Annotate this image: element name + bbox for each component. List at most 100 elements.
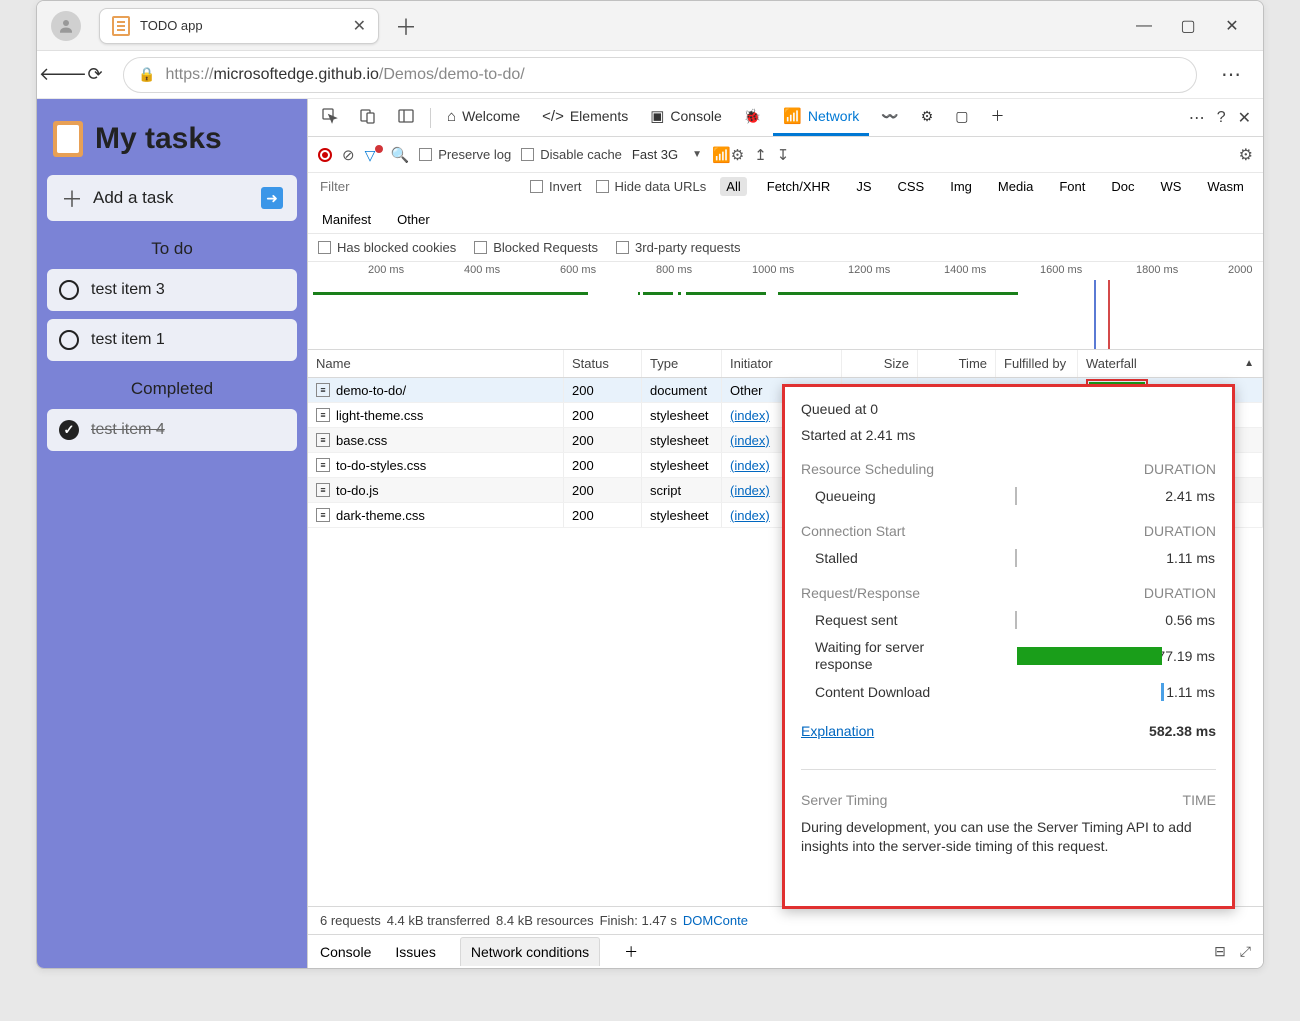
timeline-tick: 2000 bbox=[1228, 264, 1252, 276]
device-icon[interactable] bbox=[350, 100, 386, 136]
third-party-checkbox[interactable]: 3rd-party requests bbox=[616, 240, 741, 255]
toolbar-settings-icon[interactable]: ⚙ bbox=[1239, 145, 1253, 165]
filter-type[interactable]: Doc bbox=[1105, 177, 1140, 196]
tab-title: TODO app bbox=[140, 18, 353, 33]
filter-type[interactable]: WS bbox=[1154, 177, 1187, 196]
task-item-completed[interactable]: ✓ test item 4 bbox=[47, 409, 297, 451]
status-resources: 8.4 kB resources bbox=[496, 913, 594, 928]
drawer-expand-icon[interactable]: ⤢ bbox=[1240, 943, 1251, 960]
back-button[interactable]: 🡐 bbox=[47, 59, 79, 91]
filter-input[interactable] bbox=[316, 177, 516, 196]
help-icon[interactable]: ? bbox=[1217, 109, 1226, 127]
drawer-issues[interactable]: Issues bbox=[395, 944, 435, 960]
throttle-select[interactable]: Fast 3G bbox=[632, 147, 682, 162]
browser-tab[interactable]: TODO app ✕ bbox=[99, 8, 379, 44]
timeline-tick: 1800 ms bbox=[1136, 264, 1178, 276]
filter-funnel-icon[interactable] bbox=[365, 147, 381, 163]
more-icon[interactable]: ⋯ bbox=[1189, 108, 1205, 128]
search-icon[interactable]: 🔍 bbox=[391, 146, 410, 164]
add-tab-icon[interactable]: ＋ bbox=[980, 100, 1014, 136]
filter-type[interactable]: Fetch/XHR bbox=[761, 177, 837, 196]
drawer-errors-icon[interactable]: ⊟ bbox=[1214, 943, 1226, 960]
invert-checkbox[interactable]: Invert bbox=[530, 179, 582, 194]
status-transferred: 4.4 kB transferred bbox=[387, 913, 490, 928]
filter-type[interactable]: JS bbox=[850, 177, 877, 196]
filter-type[interactable]: Other bbox=[391, 210, 436, 229]
col-header-size[interactable]: Size bbox=[842, 350, 918, 377]
tt-queueing-label: Queueing bbox=[815, 488, 985, 504]
blocked-cookies-checkbox[interactable]: Has blocked cookies bbox=[318, 240, 456, 255]
tt-server-timing-label: Server Timing bbox=[801, 792, 887, 808]
settings-gear-icon[interactable]: ⚙ bbox=[911, 100, 944, 136]
blocked-requests-checkbox[interactable]: Blocked Requests bbox=[474, 240, 598, 255]
task-item[interactable]: test item 1 bbox=[47, 319, 297, 361]
refresh-button[interactable]: ⟳ bbox=[79, 59, 111, 91]
tt-download-label: Content Download bbox=[815, 684, 985, 700]
tab-network[interactable]: 📶Network bbox=[773, 100, 869, 136]
tt-queueing-val: 2.41 ms bbox=[1135, 488, 1215, 504]
network-timeline[interactable]: 200 ms 400 ms 600 ms 800 ms 1000 ms 1200… bbox=[308, 262, 1263, 350]
col-header-initiator[interactable]: Initiator bbox=[722, 350, 842, 377]
check-icon[interactable]: ✓ bbox=[59, 420, 79, 440]
filter-type-all[interactable]: All bbox=[720, 177, 746, 196]
minimize-icon[interactable]: — bbox=[1137, 19, 1151, 33]
network-toolbar: ⊘ 🔍 Preserve log Disable cache Fast 3G ▼… bbox=[308, 137, 1263, 173]
dock-icon[interactable] bbox=[388, 100, 424, 136]
tab-welcome[interactable]: ⌂Welcome bbox=[437, 100, 530, 136]
table-header[interactable]: Name Status Type Initiator Size Time Ful… bbox=[308, 350, 1263, 378]
timeline-tick: 200 ms bbox=[368, 264, 404, 276]
address-bar[interactable]: 🔒 https://microsoftedge.github.io/Demos/… bbox=[123, 57, 1197, 93]
drawer-console[interactable]: Console bbox=[320, 944, 371, 960]
clear-icon[interactable]: ⊘ bbox=[342, 146, 355, 164]
timeline-tick: 400 ms bbox=[464, 264, 500, 276]
filter-type[interactable]: Wasm bbox=[1201, 177, 1249, 196]
network-conditions-icon[interactable]: 📶⚙ bbox=[712, 146, 744, 164]
filter-row-2: Has blocked cookies Blocked Requests 3rd… bbox=[308, 234, 1263, 262]
filter-type[interactable]: Manifest bbox=[316, 210, 377, 229]
tab-favicon-icon bbox=[112, 16, 130, 36]
task-label: test item 4 bbox=[91, 421, 165, 439]
hide-data-urls-checkbox[interactable]: Hide data URLs bbox=[596, 179, 707, 194]
preserve-log-checkbox[interactable]: Preserve log bbox=[419, 147, 511, 162]
col-header-time[interactable]: Time bbox=[918, 350, 996, 377]
col-header-fulfilled[interactable]: Fulfilled by bbox=[996, 350, 1078, 377]
radio-icon[interactable] bbox=[59, 280, 79, 300]
profile-avatar[interactable] bbox=[51, 11, 81, 41]
tt-waiting-label: Waiting for server response bbox=[815, 639, 985, 673]
filter-type[interactable]: Media bbox=[992, 177, 1039, 196]
tab-elements[interactable]: </>Elements bbox=[532, 100, 638, 136]
filter-type[interactable]: CSS bbox=[892, 177, 931, 196]
disable-cache-checkbox[interactable]: Disable cache bbox=[521, 147, 622, 162]
tab-close-icon[interactable]: ✕ bbox=[353, 16, 366, 36]
timeline-tick: 1200 ms bbox=[848, 264, 890, 276]
performance-icon[interactable]: 〰️ bbox=[871, 100, 908, 136]
bug-icon[interactable]: 🐞 bbox=[734, 100, 771, 136]
add-task-input[interactable]: ＋ Add a task ➜ bbox=[47, 175, 297, 221]
task-item[interactable]: test item 3 bbox=[47, 269, 297, 311]
browser-menu-icon[interactable]: ⋯ bbox=[1209, 62, 1253, 87]
drawer-network-conditions[interactable]: Network conditions bbox=[460, 937, 600, 966]
filter-type[interactable]: Img bbox=[944, 177, 978, 196]
timeline-tick: 1000 ms bbox=[752, 264, 794, 276]
maximize-icon[interactable]: ▢ bbox=[1181, 19, 1195, 33]
radio-icon[interactable] bbox=[59, 330, 79, 350]
close-devtools-icon[interactable]: ✕ bbox=[1238, 108, 1251, 128]
url-text: https://microsoftedge.github.io/Demos/de… bbox=[165, 66, 524, 84]
explanation-link[interactable]: Explanation bbox=[801, 723, 874, 739]
tt-time-label: TIME bbox=[1183, 792, 1216, 808]
app-icon[interactable]: ▢ bbox=[945, 100, 978, 136]
col-header-waterfall[interactable]: Waterfall▲ bbox=[1078, 350, 1263, 377]
close-icon[interactable]: ✕ bbox=[1225, 19, 1239, 33]
col-header-name[interactable]: Name bbox=[308, 350, 564, 377]
col-header-type[interactable]: Type bbox=[642, 350, 722, 377]
import-icon[interactable]: ↥ bbox=[754, 146, 767, 164]
new-tab-button[interactable]: ＋ bbox=[395, 10, 417, 42]
inspect-icon[interactable] bbox=[312, 100, 348, 136]
record-icon[interactable] bbox=[318, 148, 332, 162]
export-icon[interactable]: ↧ bbox=[777, 146, 790, 164]
filter-type[interactable]: Font bbox=[1053, 177, 1091, 196]
drawer-add-icon[interactable]: ＋ bbox=[624, 942, 638, 962]
tab-console[interactable]: ▣Console bbox=[640, 100, 732, 136]
col-header-status[interactable]: Status bbox=[564, 350, 642, 377]
submit-icon[interactable]: ➜ bbox=[261, 187, 283, 209]
